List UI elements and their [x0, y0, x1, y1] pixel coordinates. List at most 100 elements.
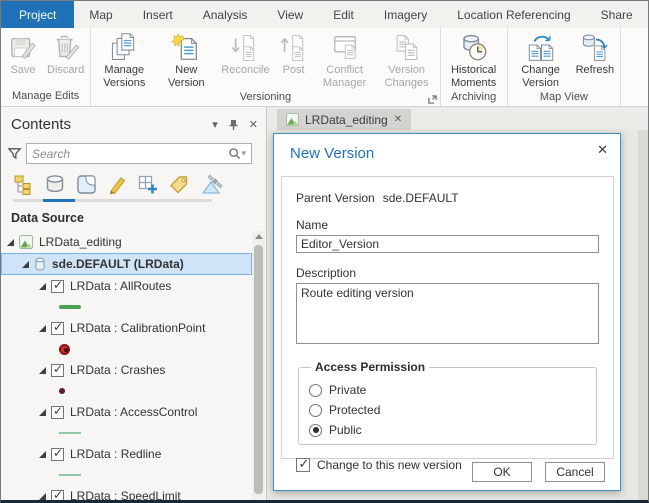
ribbon-group-map-view: Change Version Refresh Map [508, 28, 622, 106]
dialog-close-icon[interactable]: ✕ [597, 142, 608, 158]
tree-item-map[interactable]: LRData_editing [1, 231, 252, 253]
public-radio[interactable] [309, 424, 322, 437]
expander-icon[interactable] [39, 409, 46, 416]
layer-visibility-checkbox[interactable] [51, 280, 64, 293]
search-icon[interactable] [228, 147, 241, 160]
change-version-icon [525, 32, 557, 64]
tree-item-layer[interactable]: LRData : Crashes [1, 359, 252, 381]
manage-versions-button[interactable]: Manage Versions [93, 30, 155, 90]
versioning-dialog-launcher-icon[interactable] [428, 95, 437, 104]
save-icon [7, 32, 39, 64]
line-symbol-swatch[interactable] [59, 432, 81, 434]
discard-button[interactable]: Discard [43, 30, 88, 77]
layer-visibility-checkbox[interactable] [51, 322, 64, 335]
tree-item-layer[interactable]: LRData : Redline [1, 443, 252, 465]
ribbon-tab-location-referencing[interactable]: Location Referencing [442, 1, 585, 28]
group-label-map-view: Map View [510, 90, 619, 106]
reconcile-button[interactable]: Reconcile [217, 30, 273, 77]
list-by-data-source-icon[interactable] [44, 174, 66, 195]
expander-icon[interactable] [7, 239, 14, 246]
scrollbar-up-arrow-icon[interactable] [255, 234, 263, 239]
public-radio-row[interactable]: Public [309, 423, 586, 437]
expander-icon[interactable] [39, 283, 46, 290]
tree-item-layer[interactable]: LRData : CalibrationPoint [1, 317, 252, 339]
change-version-button[interactable]: Change Version [510, 30, 572, 90]
expander-icon[interactable] [22, 261, 29, 268]
description-field[interactable]: Route editing version [296, 283, 599, 344]
list-by-editing-icon[interactable] [107, 174, 127, 195]
private-radio-row[interactable]: Private [309, 383, 586, 397]
ribbon-group-versioning: Manage Versions New Version [91, 28, 440, 106]
line-symbol-swatch[interactable] [59, 305, 81, 309]
point-symbol-swatch[interactable] [59, 388, 65, 394]
save-button[interactable]: Save [3, 30, 43, 77]
line-symbol-swatch[interactable] [59, 474, 81, 476]
cancel-button[interactable]: Cancel [545, 462, 605, 482]
version-changes-button[interactable]: Version Changes [376, 30, 438, 90]
tree-item-version[interactable]: sde.DEFAULT (LRData) [1, 253, 252, 275]
ribbon-tab-map[interactable]: Map [74, 1, 127, 28]
ribbon-tab-insert[interactable]: Insert [128, 1, 188, 28]
list-by-drawing-order-icon[interactable] [13, 174, 34, 195]
post-button[interactable]: Post [274, 30, 314, 77]
expander-icon[interactable] [39, 367, 46, 374]
ribbon-tab-edit[interactable]: Edit [318, 1, 369, 28]
group-label-archiving: Archiving [443, 90, 505, 106]
expander-icon[interactable] [39, 451, 46, 458]
list-by-labeling-icon[interactable] [168, 174, 190, 195]
ribbon-tab-project[interactable]: Project [1, 1, 74, 28]
ribbon-group-archiving: Historical Moments Archiving [441, 28, 508, 106]
layer-visibility-checkbox[interactable] [51, 406, 64, 419]
contents-scrollbar[interactable] [252, 231, 265, 499]
new-version-button[interactable]: New Version [155, 30, 217, 90]
pane-close-icon[interactable]: ✕ [249, 118, 258, 131]
filter-icon[interactable] [7, 146, 22, 161]
ribbon-tab-analysis[interactable]: Analysis [188, 1, 263, 28]
conflict-manager-button[interactable]: Conflict Manager [314, 30, 376, 90]
layer-visibility-checkbox[interactable] [51, 448, 64, 461]
pane-pin-icon[interactable] [228, 119, 239, 131]
tree-item-layer[interactable]: LRData : AllRoutes [1, 275, 252, 297]
expander-icon[interactable] [39, 325, 46, 332]
new-version-icon [170, 32, 202, 64]
list-by-selection-icon[interactable] [76, 174, 97, 195]
ribbon-group-manage-edits: Save Discard Manage Edits [1, 28, 91, 106]
historical-moments-label: Historical Moments [447, 64, 501, 90]
geodatabase-icon [34, 257, 46, 271]
refresh-button[interactable]: Refresh [572, 30, 619, 77]
map-view-tab-label: LRData_editing [305, 113, 388, 127]
ribbon-tab-imagery[interactable]: Imagery [369, 1, 442, 28]
tree-item-layer[interactable]: LRData : AccessControl [1, 401, 252, 423]
search-options-chevron-icon[interactable]: ▾ [241, 148, 246, 159]
discard-label: Discard [47, 64, 84, 77]
search-input[interactable] [32, 147, 228, 161]
ribbon-tab-view[interactable]: View [262, 1, 318, 28]
group-label-versioning: Versioning [93, 90, 437, 106]
map-view-tab[interactable]: LRData_editing ✕ [277, 109, 411, 130]
change-version-checkbox[interactable] [296, 458, 310, 472]
contents-toolbar [13, 174, 266, 195]
access-permission-group: Access Permission Private Protected Publ… [298, 360, 597, 445]
name-field[interactable] [296, 235, 599, 253]
list-by-perspective-icon[interactable] [200, 174, 224, 195]
map-scrollbar[interactable] [638, 130, 648, 501]
tree-item-label: LRData : CalibrationPoint [70, 321, 205, 335]
contents-pane-title: Contents [11, 116, 212, 133]
layer-visibility-checkbox[interactable] [51, 364, 64, 377]
tree-item-layer[interactable]: LRData : SpeedLimit [1, 485, 252, 503]
layer-visibility-checkbox[interactable] [51, 490, 64, 503]
tab-close-icon[interactable]: ✕ [394, 114, 402, 125]
point-symbol-swatch[interactable] [59, 344, 70, 355]
historical-moments-button[interactable]: Historical Moments [443, 30, 505, 90]
expander-icon[interactable] [39, 493, 46, 500]
ok-button[interactable]: OK [472, 462, 532, 482]
private-radio[interactable] [309, 384, 322, 397]
scrollbar-thumb[interactable] [254, 245, 263, 494]
pane-menu-chevron-down-icon[interactable]: ▾ [212, 118, 218, 131]
ribbon-tab-share[interactable]: Share [586, 1, 648, 28]
protected-radio-row[interactable]: Protected [309, 403, 586, 417]
map-icon [286, 113, 299, 126]
protected-radio[interactable] [309, 404, 322, 417]
new-version-dialog: New Version ✕ Parent Version sde.DEFAULT… [273, 133, 621, 491]
list-by-snapping-icon[interactable] [137, 174, 158, 195]
